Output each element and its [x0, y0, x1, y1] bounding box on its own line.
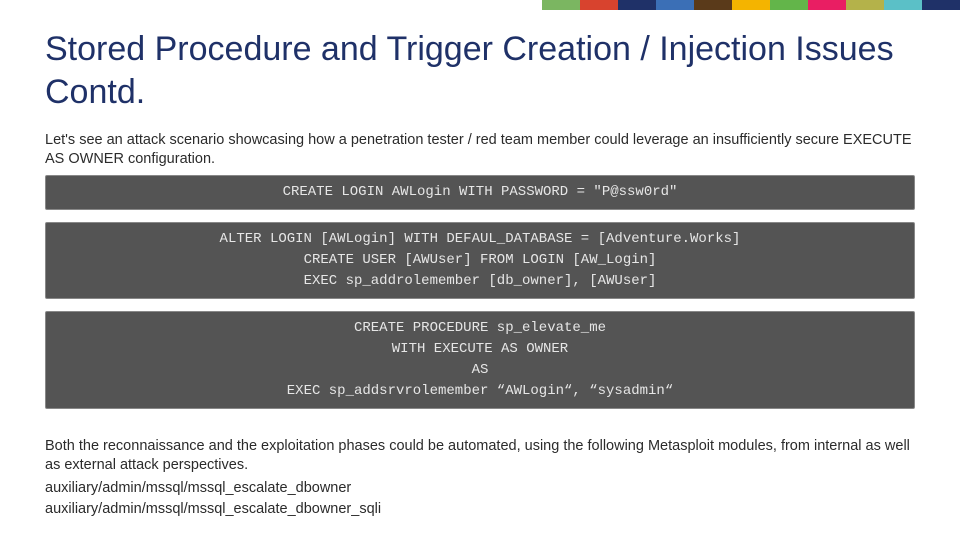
slide-title: Stored Procedure and Trigger Creation / … [45, 28, 915, 113]
slide: Stored Procedure and Trigger Creation / … [0, 0, 960, 540]
color-stripe [542, 0, 960, 10]
module-path-1: auxiliary/admin/mssql/mssql_escalate_dbo… [45, 478, 915, 499]
code-block-3: CREATE PROCEDURE sp_elevate_me WITH EXEC… [45, 311, 915, 409]
outro-section: Both the reconnaissance and the exploita… [45, 437, 915, 521]
code-block-2: ALTER LOGIN [AWLogin] WITH DEFAUL_DATABA… [45, 222, 915, 299]
outro-text: Both the reconnaissance and the exploita… [45, 437, 915, 475]
intro-text: Let's see an attack scenario showcasing … [45, 131, 915, 169]
module-path-2: auxiliary/admin/mssql/mssql_escalate_dbo… [45, 499, 915, 520]
code-block-1: CREATE LOGIN AWLogin WITH PASSWORD = "P@… [45, 175, 915, 210]
